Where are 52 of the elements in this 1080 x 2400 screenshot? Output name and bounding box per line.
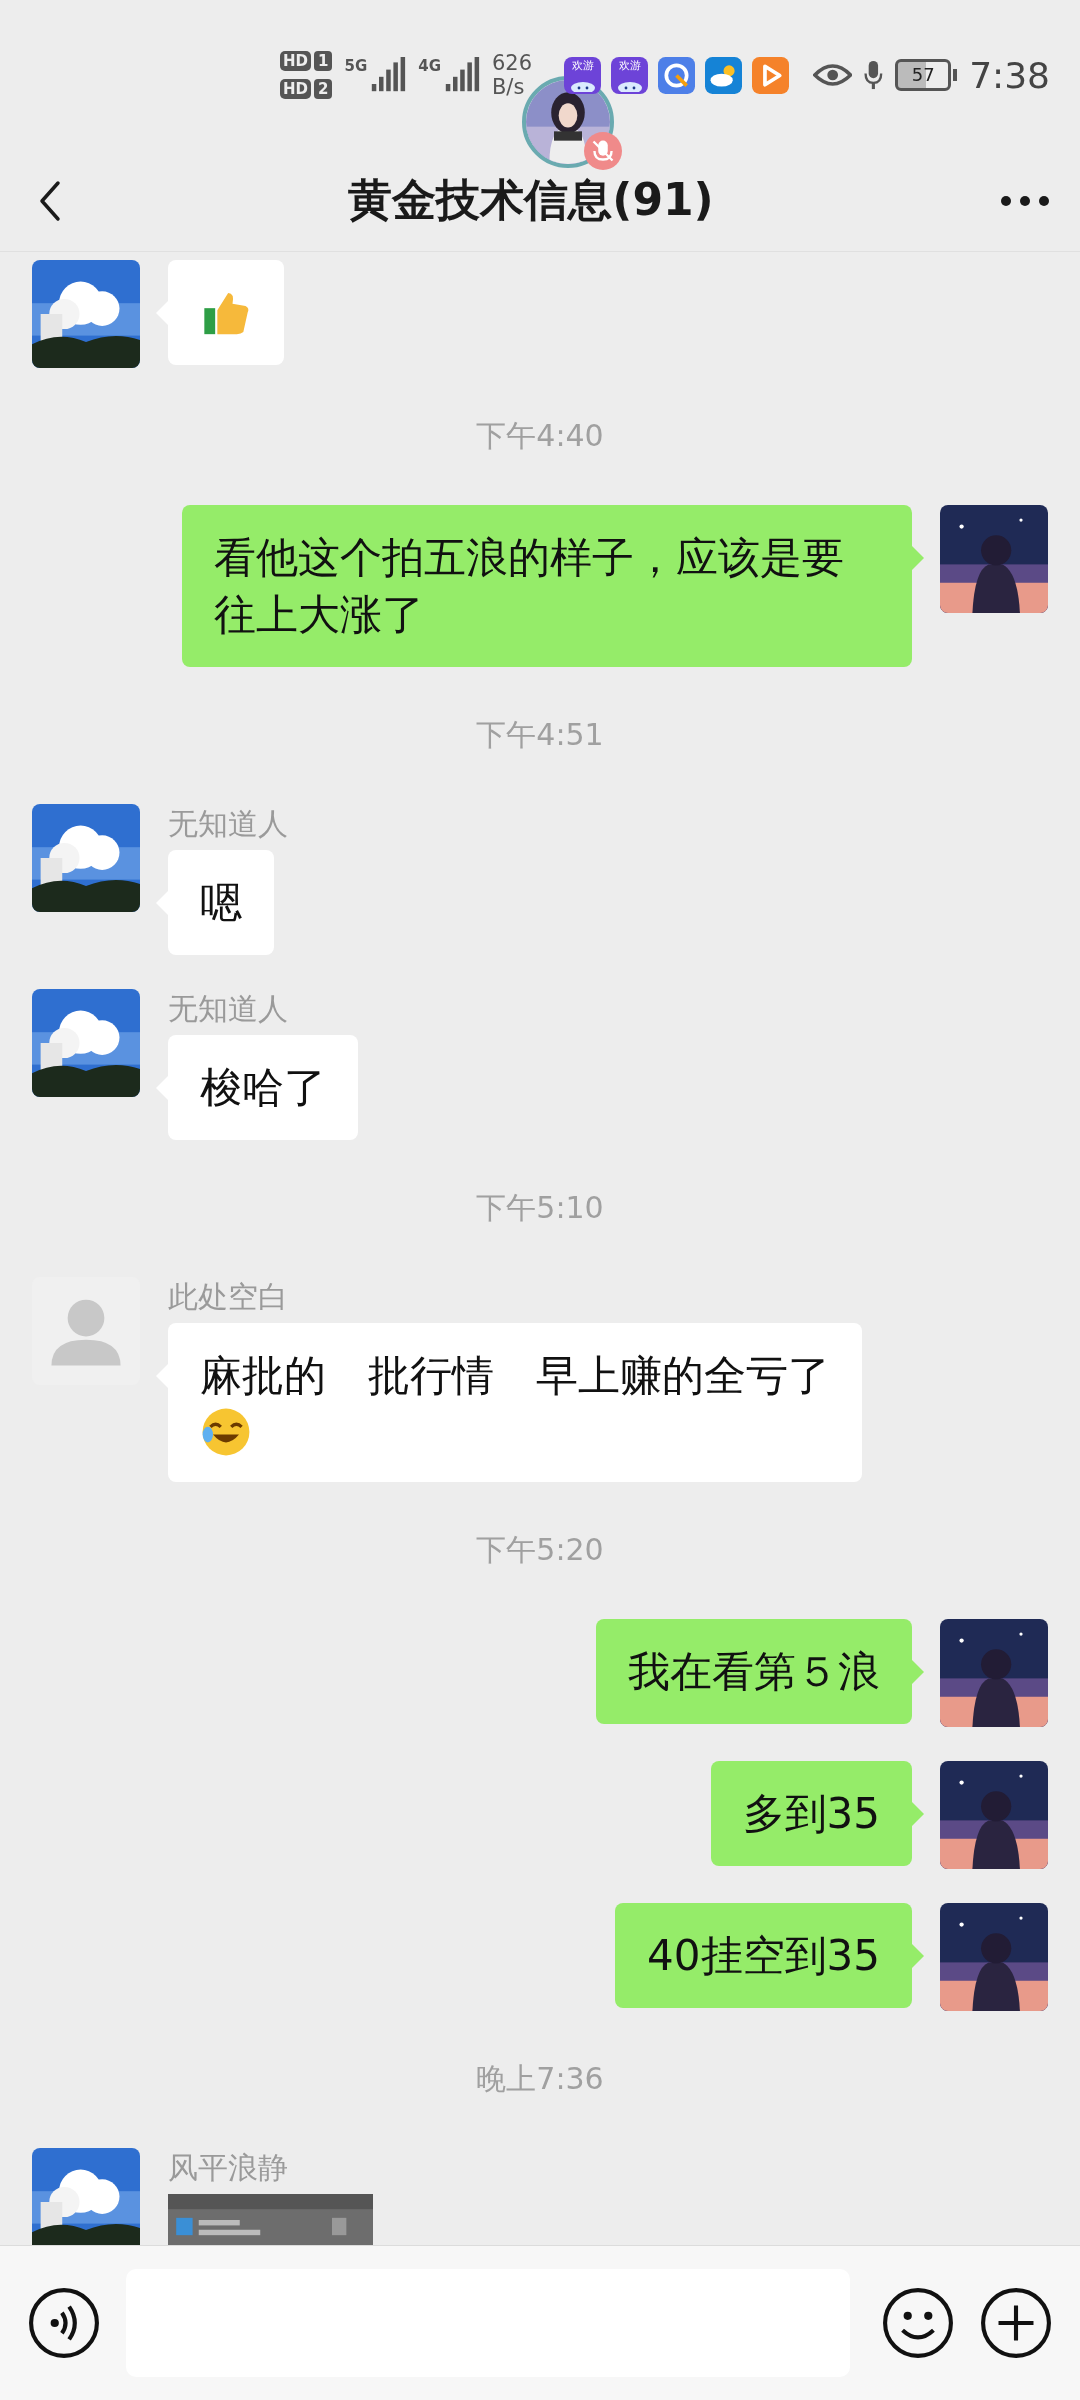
network-type: 5G: [344, 57, 368, 75]
message-text: 梭哈了: [200, 1063, 326, 1112]
sim-slot: 2: [314, 79, 333, 99]
message-bubble[interactable]: 我在看第５浪: [596, 1619, 912, 1724]
message-bubble[interactable]: [168, 260, 284, 365]
voice-button[interactable]: [28, 2287, 100, 2359]
clock: 7:38: [969, 54, 1050, 96]
bubble-tail: [912, 1944, 924, 1968]
eye-icon: [813, 61, 853, 89]
message-bubble[interactable]: 看他这个拍五浪的样子，应该是要往上大涨了: [182, 505, 912, 667]
network-type: 4G: [418, 57, 441, 75]
emoji-button[interactable]: [882, 2287, 954, 2359]
signal-icon: [370, 57, 407, 93]
sender-name: 风平浪静: [168, 2149, 288, 2187]
video-app-icon[interactable]: [752, 56, 790, 94]
message-time: 下午5:20: [476, 1531, 604, 1569]
message-time: 下午4:40: [476, 417, 604, 455]
message-time: 下午4:51: [476, 716, 604, 754]
more-icon[interactable]: [1000, 194, 1050, 207]
app-icon[interactable]: 欢游: [564, 56, 602, 94]
sim-slot: 1: [314, 51, 333, 71]
message-text: 嗯: [200, 878, 242, 927]
message-bubble[interactable]: 麻批的 批行情 早上赚的全亏了: [168, 1323, 862, 1482]
message-bubble[interactable]: 多到35: [710, 1761, 912, 1866]
compass-app-icon[interactable]: [658, 56, 696, 94]
message-text: 麻批的 批行情 早上赚的全亏了: [200, 1351, 830, 1400]
network-speed: 626: [491, 51, 533, 75]
message-time: 下午5:10: [476, 1189, 604, 1227]
message-text: 多到35: [742, 1789, 880, 1838]
message-text: 我在看第５浪: [628, 1647, 880, 1696]
app-icon[interactable]: 欢游: [611, 56, 649, 94]
sender-name: 无知道人: [168, 805, 288, 843]
network-speed: B/s: [491, 75, 526, 99]
sender-name: 无知道人: [168, 990, 288, 1028]
signal-icon: [443, 57, 480, 93]
message-time: 晚上7:36: [476, 2060, 604, 2098]
sim-label: HD: [280, 79, 311, 99]
message-bubble[interactable]: 40挂空到35: [615, 1903, 912, 2008]
muted-microphone-icon: [584, 132, 622, 170]
back-icon[interactable]: [38, 178, 62, 223]
message-text: 看他这个拍五浪的样子，应该是要往上大涨了: [214, 533, 844, 639]
message-text: 40挂空到35: [647, 1931, 880, 1980]
message-bubble[interactable]: 梭哈了: [168, 1035, 358, 1140]
bubble-tail: [912, 1802, 924, 1826]
message-bubble[interactable]: 嗯: [168, 850, 274, 955]
sim-label: HD: [280, 51, 311, 71]
sender-name: 此处空白: [168, 1278, 288, 1316]
bubble-tail: [912, 546, 924, 570]
add-button[interactable]: [980, 2287, 1052, 2359]
bubble-tail: [912, 1660, 924, 1684]
weather-app-icon[interactable]: [705, 56, 743, 94]
chat-title: 黄金技术信息(91): [347, 173, 715, 227]
